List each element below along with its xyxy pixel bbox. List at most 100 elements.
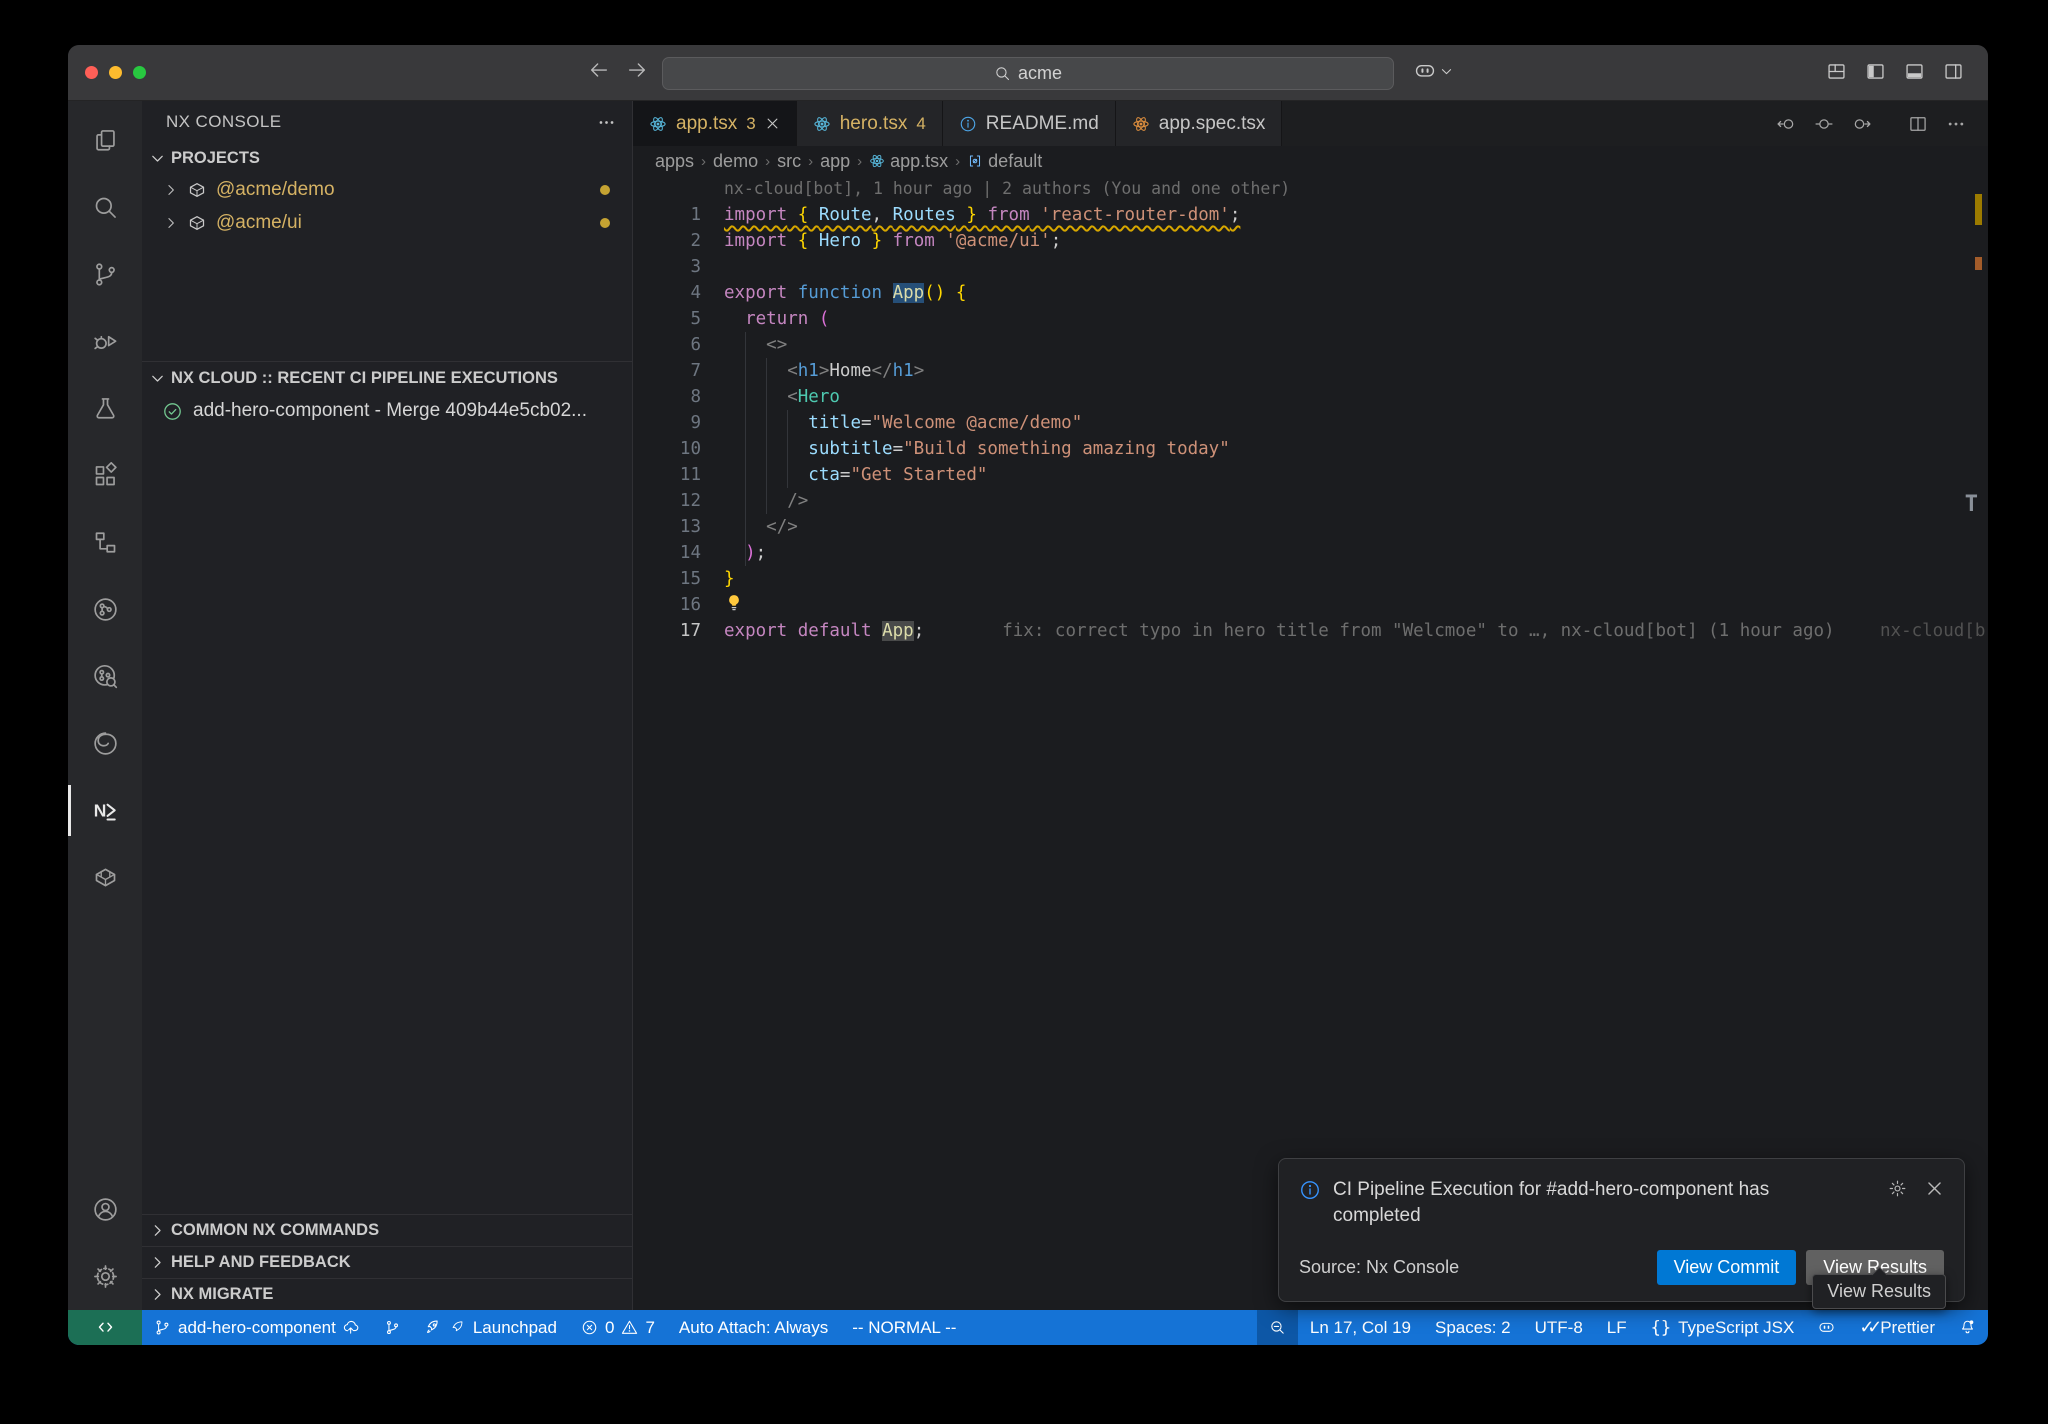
breadcrumb-item-app.tsx[interactable]: app.tsx [869,151,948,172]
code-line-14[interactable]: 14 ); [633,540,1988,566]
branch-status[interactable]: add-hero-component [142,1310,372,1345]
code-line-16[interactable]: 16 [633,592,1988,618]
activity-item-nx-console[interactable]: N [68,777,142,844]
overview-ruler-mark [1975,194,1982,225]
section-help-and-feedback[interactable]: HELP AND FEEDBACK [142,1246,632,1278]
line-number: 12 [633,488,701,514]
code-line-17[interactable]: 17export default App;fix: correct typo i… [633,618,1988,644]
chevron-right-icon [150,1287,165,1302]
sidebar-right-icon[interactable] [1943,61,1964,82]
activity-item-extensions[interactable] [68,442,142,509]
code-line-9[interactable]: 9 title="Welcome @acme/demo" [633,410,1988,436]
breadcrumb-item-src[interactable]: src [777,151,801,172]
git-graph-status[interactable] [372,1310,413,1345]
notification-settings-icon[interactable] [1888,1179,1907,1198]
zoom-status[interactable] [1257,1310,1298,1345]
tab-app.spec.tsx[interactable]: app.spec.tsx [1116,101,1283,146]
navigate-forward-icon[interactable] [626,59,648,81]
formatter-status[interactable]: ✓✓ Prettier [1847,1310,1947,1345]
activity-item-source-control[interactable] [68,241,142,308]
activity-item-gitlens-inspect[interactable] [68,643,142,710]
code-line-15[interactable]: 15} [633,566,1988,592]
command-center-search[interactable]: acme [662,57,1394,90]
tab-README.md[interactable]: README.md [943,101,1116,146]
code-line-8[interactable]: 8 <Hero [633,384,1988,410]
more-actions-icon[interactable] [597,113,616,132]
activity-item-references[interactable] [68,509,142,576]
cloud-up-icon [343,1319,360,1336]
panel-bottom-icon[interactable] [1904,61,1925,82]
problems-status[interactable]: 07 [569,1310,667,1345]
tab-app.tsx[interactable]: app.tsx3 [633,101,797,146]
activity-item-testing[interactable] [68,375,142,442]
titlebar: acme [68,45,1988,101]
breadcrumb-item-demo[interactable]: demo [713,151,758,172]
nav-position-icon[interactable] [1814,114,1834,134]
code-line-11[interactable]: 11 cta="Get Started" [633,462,1988,488]
activity-item-explorer[interactable] [68,107,142,174]
tab-problem-badge: 4 [916,114,925,134]
project-item[interactable]: @acme/ui [142,206,632,239]
activity-item-containers[interactable] [68,844,142,911]
activity-item-edge-browser[interactable] [68,710,142,777]
launchpad-status[interactable]: Launchpad [413,1310,569,1345]
react-icon [649,115,667,133]
indentation[interactable]: Spaces: 2 [1423,1310,1523,1345]
activity-item-search[interactable] [68,174,142,241]
code-line-1[interactable]: 1import { Route, Routes } from 'react-ro… [633,202,1988,228]
lightbulb-icon[interactable] [724,593,744,613]
cursor-position[interactable]: Ln 17, Col 19 [1298,1310,1423,1345]
nav-back-icon[interactable] [1776,114,1796,134]
maximize-window-button[interactable] [133,66,146,79]
project-item[interactable]: @acme/demo [142,173,632,206]
code-editor[interactable]: nx-cloud[bot], 1 hour ago | 2 authors (Y… [633,176,1988,1310]
activity-item-run-debug[interactable] [68,308,142,375]
nav-forward-icon[interactable] [1852,114,1872,134]
section-nx-cloud[interactable]: NX CLOUD :: RECENT CI PIPELINE EXECUTION… [142,361,632,394]
split-editor-icon[interactable] [1908,114,1928,134]
code-line-10[interactable]: 10 subtitle="Build something amazing tod… [633,436,1988,462]
eol[interactable]: LF [1595,1310,1639,1345]
activity-item-git-graph[interactable] [68,576,142,643]
layout-customize-icon[interactable] [1826,61,1847,82]
activity-item-accounts[interactable] [68,1176,142,1243]
pipeline-execution-item[interactable]: add-hero-component - Merge 409b44e5cb02.… [142,394,632,428]
code-line-2[interactable]: 2import { Hero } from '@acme/ui'; [633,228,1988,254]
code-line-4[interactable]: 4export function App() { [633,280,1988,306]
auto-attach-status[interactable]: Auto Attach: Always [667,1310,840,1345]
copilot-status[interactable] [1806,1310,1847,1345]
section-common-nx-commands[interactable]: COMMON NX COMMANDS [142,1214,632,1246]
copilot-icon [1414,60,1436,82]
code-line-5[interactable]: 5 return ( [633,306,1988,332]
vim-mode-status[interactable]: -- NORMAL -- [840,1310,968,1345]
code-line-12[interactable]: 12 /> [633,488,1988,514]
navigate-back-icon[interactable] [588,59,610,81]
run-debug-icon [92,328,119,355]
breadcrumb-item-app[interactable]: app [820,151,850,172]
copilot-menu[interactable] [1414,60,1453,82]
view-commit-button[interactable]: View Commit [1657,1250,1797,1285]
section-nx-migrate[interactable]: NX MIGRATE [142,1278,632,1310]
more-icon[interactable] [1946,114,1966,134]
tab-close-icon[interactable] [765,116,780,131]
bell-dot-icon [1959,1319,1976,1336]
language-mode[interactable]: {}TypeScript JSX [1639,1310,1807,1345]
section-nx-cloud-label: NX CLOUD :: RECENT CI PIPELINE EXECUTION… [171,369,558,388]
minimize-window-button[interactable] [109,66,122,79]
activity-item-settings[interactable] [68,1243,142,1310]
notifications-bell[interactable] [1947,1310,1988,1345]
breadcrumb-item-apps[interactable]: apps [655,151,694,172]
remote-indicator[interactable] [68,1310,142,1345]
line-number: 10 [633,436,701,462]
code-line-7[interactable]: 7 <h1>Home</h1> [633,358,1988,384]
encoding[interactable]: UTF-8 [1523,1310,1595,1345]
sidebar-left-icon[interactable] [1865,61,1886,82]
tab-hero.tsx[interactable]: hero.tsx4 [797,101,943,146]
close-window-button[interactable] [85,66,98,79]
section-projects[interactable]: PROJECTS [142,143,632,173]
code-line-3[interactable]: 3 [633,254,1988,280]
notification-close-icon[interactable] [1925,1179,1944,1198]
code-line-13[interactable]: 13 </> [633,514,1988,540]
code-line-6[interactable]: 6 <> [633,332,1988,358]
breadcrumb-item-default[interactable]: default [967,151,1042,172]
